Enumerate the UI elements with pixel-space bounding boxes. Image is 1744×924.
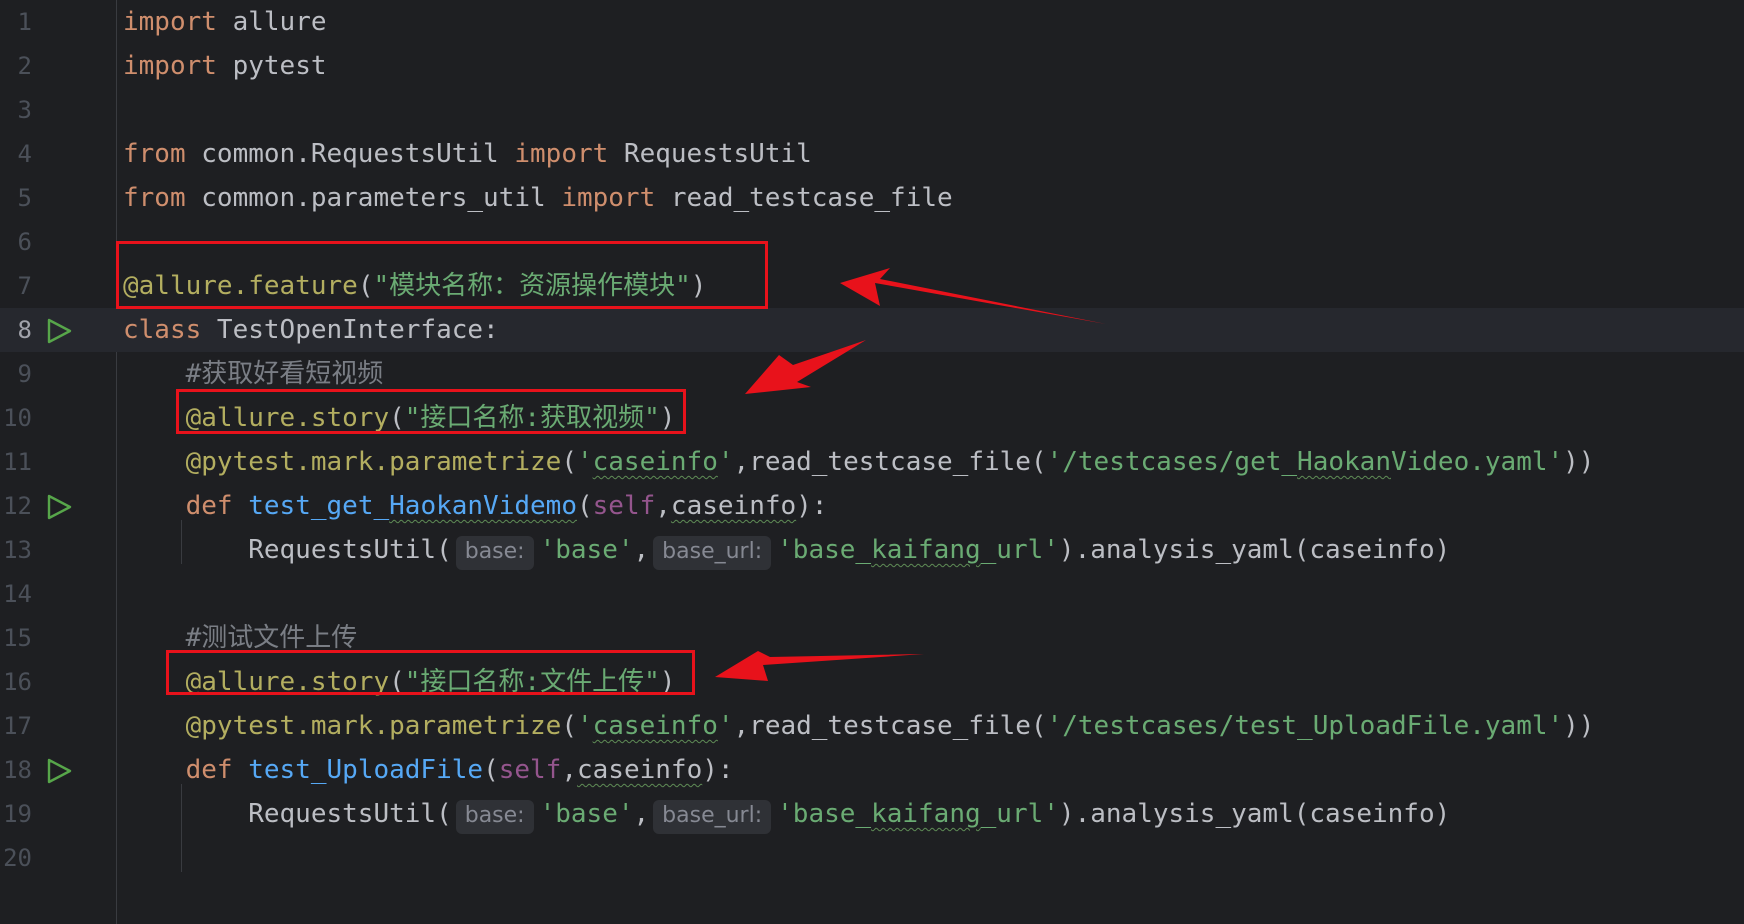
- red-arrow-icon: [840, 268, 1106, 324]
- code-editor[interactable]: 1 import allure 2 import pytest 3 4 from commo…: [0, 0, 1744, 924]
- annotation-arrows: [715, 268, 1106, 681]
- red-arrow-icon: [715, 651, 924, 681]
- red-arrow-icon: [745, 340, 866, 394]
